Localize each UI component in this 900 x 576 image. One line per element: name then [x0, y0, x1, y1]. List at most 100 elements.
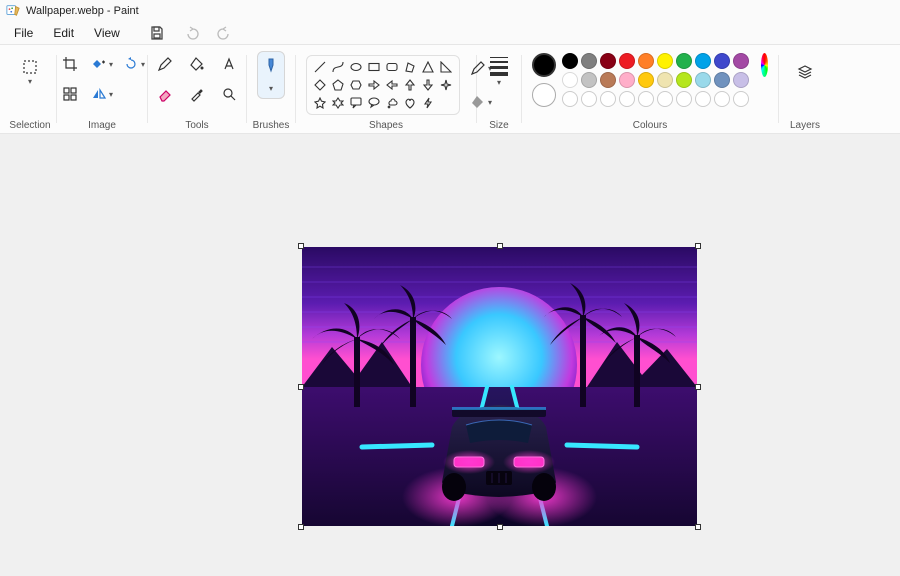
- color-swatch[interactable]: [581, 72, 597, 88]
- shape-callout-oval-icon[interactable]: [367, 96, 381, 110]
- shape-arrow-left-icon[interactable]: [385, 78, 399, 92]
- color-swatch[interactable]: [714, 72, 730, 88]
- shape-4point-star-icon[interactable]: [439, 78, 453, 92]
- shape-diamond-icon[interactable]: [313, 78, 327, 92]
- rotate-button[interactable]: ▾: [121, 51, 147, 77]
- color-swatch-empty[interactable]: [657, 91, 673, 107]
- canvas-image[interactable]: [302, 247, 697, 526]
- undo-button[interactable]: [178, 22, 204, 44]
- group-tools: Tools: [148, 45, 246, 133]
- resize-handle-right[interactable]: [695, 384, 701, 390]
- shape-oval-icon[interactable]: [349, 60, 363, 74]
- title-bar: Wallpaper.webp - Paint: [0, 0, 900, 22]
- menu-file[interactable]: File: [4, 24, 43, 42]
- shape-roundrect-icon[interactable]: [385, 60, 399, 74]
- color-swatch-empty[interactable]: [733, 91, 749, 107]
- group-colours: Colours: [522, 45, 778, 133]
- group-size: ▾ Size: [477, 45, 521, 133]
- edit-colors-button[interactable]: [761, 53, 768, 77]
- color-picker-tool[interactable]: [184, 81, 210, 107]
- color-swatch[interactable]: [600, 72, 616, 88]
- color-swatch-empty[interactable]: [581, 91, 597, 107]
- shape-arrow-right-icon[interactable]: [367, 78, 381, 92]
- color-swatch-empty[interactable]: [676, 91, 692, 107]
- app-icon: [6, 3, 20, 20]
- save-button[interactable]: [144, 22, 170, 44]
- shape-lightning-icon[interactable]: [421, 96, 435, 110]
- chevron-down-icon: ▾: [28, 77, 32, 86]
- eraser-tool[interactable]: [152, 81, 178, 107]
- shape-curve-icon[interactable]: [331, 60, 345, 74]
- group-label: Colours: [522, 120, 778, 131]
- color-swatch[interactable]: [733, 72, 749, 88]
- shape-6point-star-icon[interactable]: [331, 96, 345, 110]
- shape-line-icon[interactable]: [313, 60, 327, 74]
- shape-5point-star-icon[interactable]: [313, 96, 327, 110]
- shape-pentagon-icon[interactable]: [331, 78, 345, 92]
- primary-color-swatch[interactable]: [532, 53, 556, 77]
- color-swatch[interactable]: [638, 72, 654, 88]
- workspace[interactable]: [0, 134, 900, 576]
- shape-right-triangle-icon[interactable]: [439, 60, 453, 74]
- color-swatch-empty[interactable]: [638, 91, 654, 107]
- magnifier-tool[interactable]: [216, 81, 242, 107]
- group-label: Brushes: [247, 120, 295, 131]
- resize-handle-top-right[interactable]: [695, 243, 701, 249]
- shape-callout-rect-icon[interactable]: [349, 96, 363, 110]
- shape-heart-icon[interactable]: [403, 96, 417, 110]
- shapes-gallery[interactable]: [306, 55, 460, 115]
- size-dropdown[interactable]: ▾: [482, 51, 516, 93]
- resize-button[interactable]: ▾: [89, 51, 115, 77]
- color-swatch[interactable]: [695, 53, 711, 69]
- resize-handle-bottom-right[interactable]: [695, 524, 701, 530]
- resize-handle-top[interactable]: [497, 243, 503, 249]
- color-swatch[interactable]: [676, 72, 692, 88]
- color-swatch[interactable]: [695, 72, 711, 88]
- resize-handle-left[interactable]: [298, 384, 304, 390]
- shape-polygon-icon[interactable]: [403, 60, 417, 74]
- color-swatch[interactable]: [581, 53, 597, 69]
- color-swatch[interactable]: [562, 72, 578, 88]
- resize-handle-top-left[interactable]: [298, 243, 304, 249]
- color-swatch-empty[interactable]: [562, 91, 578, 107]
- color-swatch[interactable]: [657, 72, 673, 88]
- size-icon: [490, 57, 508, 76]
- redo-button[interactable]: [212, 22, 238, 44]
- color-swatch[interactable]: [562, 53, 578, 69]
- color-swatch[interactable]: [600, 53, 616, 69]
- resize-handle-bottom[interactable]: [497, 524, 503, 530]
- shape-hexagon-icon[interactable]: [349, 78, 363, 92]
- shape-arrow-up-icon[interactable]: [403, 78, 417, 92]
- shape-triangle-icon[interactable]: [421, 60, 435, 74]
- color-swatch[interactable]: [619, 53, 635, 69]
- color-swatch-empty[interactable]: [695, 91, 711, 107]
- group-selection: ▾ Selection: [4, 45, 56, 133]
- flip-button[interactable]: ▾: [89, 81, 115, 107]
- color-swatch[interactable]: [619, 72, 635, 88]
- color-swatch-empty[interactable]: [714, 91, 730, 107]
- color-swatch[interactable]: [676, 53, 692, 69]
- crop-button[interactable]: [57, 51, 83, 77]
- image-grid-icon[interactable]: [57, 81, 83, 107]
- menu-edit[interactable]: Edit: [43, 24, 84, 42]
- resize-handle-bottom-left[interactable]: [298, 524, 304, 530]
- text-tool[interactable]: [216, 51, 242, 77]
- secondary-color-swatch[interactable]: [532, 83, 556, 107]
- color-swatch[interactable]: [638, 53, 654, 69]
- ribbon-toolbar: ▾ Selection ▾ ▾ ▾ Image Tools: [0, 44, 900, 134]
- layers-button[interactable]: [788, 51, 822, 93]
- fill-tool[interactable]: [184, 51, 210, 77]
- color-swatch[interactable]: [714, 53, 730, 69]
- pencil-tool[interactable]: [152, 51, 178, 77]
- menu-view[interactable]: View: [84, 24, 130, 42]
- color-swatch[interactable]: [733, 53, 749, 69]
- brushes-dropdown[interactable]: ▾: [257, 51, 285, 99]
- color-swatch-empty[interactable]: [619, 91, 635, 107]
- canvas-selection[interactable]: [302, 247, 697, 526]
- color-swatch-empty[interactable]: [600, 91, 616, 107]
- shape-callout-cloud-icon[interactable]: [385, 96, 399, 110]
- shape-arrow-down-icon[interactable]: [421, 78, 435, 92]
- shape-rect-icon[interactable]: [367, 60, 381, 74]
- color-swatch[interactable]: [657, 53, 673, 69]
- select-tool[interactable]: ▾: [13, 51, 47, 93]
